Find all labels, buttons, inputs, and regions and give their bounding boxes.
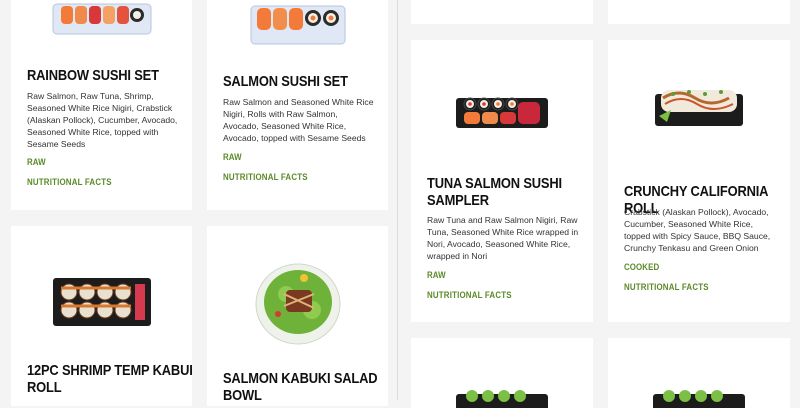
product-image <box>608 388 790 408</box>
column-divider <box>397 0 398 400</box>
product-card-salmon-kabuki-salad-bowl[interactable]: SALMON KABUKI SALAD BOWL <box>207 226 388 406</box>
product-image <box>11 0 192 38</box>
product-image <box>411 388 593 408</box>
product-card-crunchy-california-roll[interactable]: CRUNCHY CALIFORNIA ROLL Crabstick (Alask… <box>608 40 790 322</box>
product-description: Raw Salmon and Seasoned White Rice Nigir… <box>223 97 374 143</box>
product-title: SALMON KABUKI SALAD BOWL <box>223 370 378 404</box>
product-image <box>11 266 192 332</box>
product-image <box>608 80 790 134</box>
product-card-shrimp-temp-kabuki-roll[interactable]: 12PC SHRIMP TEMP KABUKI ROLL <box>11 226 192 406</box>
product-card-partial[interactable] <box>608 0 790 24</box>
product-tag: RAW <box>427 270 446 280</box>
product-card-partial[interactable] <box>608 338 790 408</box>
product-card-partial[interactable] <box>411 338 593 408</box>
product-card-partial[interactable] <box>411 0 593 24</box>
product-card-tuna-salmon-sushi-sampler[interactable]: TUNA SALMON SUSHI SAMPLER Raw Tuna and R… <box>411 40 593 322</box>
product-tag: RAW <box>223 152 242 162</box>
product-image <box>207 254 388 348</box>
product-title: SALMON SUSHI SET <box>223 73 348 90</box>
product-card-salmon-sushi-set[interactable]: SALMON SUSHI SET Raw Salmon and Seasoned… <box>207 0 388 210</box>
nutritional-facts-link[interactable]: NUTRITIONAL FACTS <box>427 290 512 300</box>
nutritional-facts-link[interactable]: NUTRITIONAL FACTS <box>27 177 112 187</box>
product-card-rainbow-sushi-set[interactable]: RAINBOW SUSHI SET Raw Salmon, Raw Tuna, … <box>11 0 192 210</box>
nutritional-facts-link[interactable]: NUTRITIONAL FACTS <box>223 172 308 182</box>
product-description: Raw Tuna and Raw Salmon Nigiri, Raw Tuna… <box>427 215 579 261</box>
product-image <box>411 88 593 134</box>
product-title: RAINBOW SUSHI SET <box>27 67 159 84</box>
product-tag: RAW <box>27 157 46 167</box>
product-tag: COOKED <box>624 262 660 272</box>
product-image <box>207 0 388 48</box>
product-description: Raw Salmon, Raw Tuna, Shrimp, Seasoned W… <box>27 91 178 149</box>
product-title: TUNA SALMON SUSHI SAMPLER <box>427 175 562 209</box>
product-title: 12PC SHRIMP TEMP KABUKI ROLL <box>27 362 192 396</box>
product-description: Crabstick (Alaskan Pollock), Avocado, Cu… <box>624 207 771 253</box>
nutritional-facts-link[interactable]: NUTRITIONAL FACTS <box>624 282 709 292</box>
